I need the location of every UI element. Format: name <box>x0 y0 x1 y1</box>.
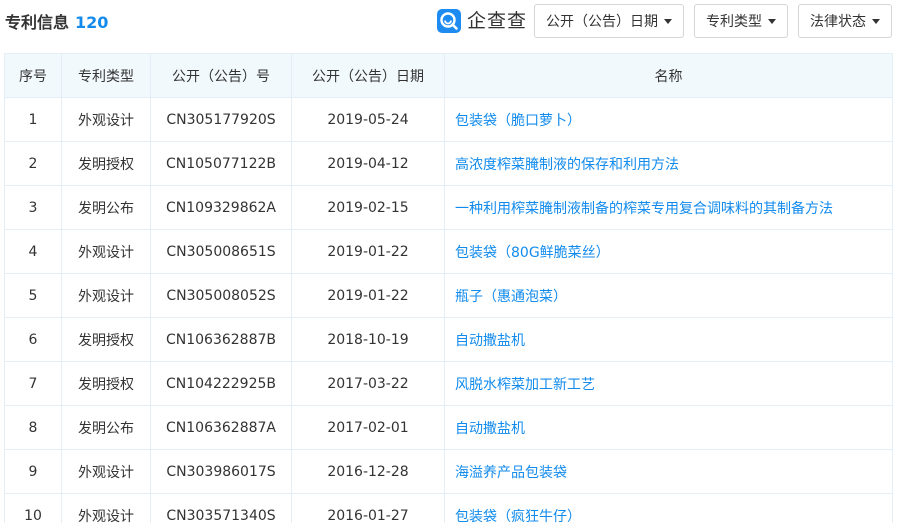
cell-type: 发明授权 <box>61 141 151 186</box>
column-header-type: 专利类型 <box>61 53 151 98</box>
table-row: 10 外观设计 CN303571340S 2016-01-27 包装袋（疯狂牛仔） <box>4 493 893 523</box>
cell-index: 10 <box>4 493 62 523</box>
cell-index: 4 <box>4 229 62 274</box>
cell-index: 5 <box>4 273 62 318</box>
brand-name: 企查查 <box>467 10 528 32</box>
status-filter-label: 法律状态 <box>810 14 866 30</box>
cell-date: 2019-05-24 <box>291 97 445 142</box>
cell-type: 外观设计 <box>61 273 151 318</box>
patent-name-link[interactable]: 包装袋（80G鲜脆菜丝） <box>444 229 893 274</box>
table-row: 2 发明授权 CN105077122B 2019-04-12 高浓度榨菜腌制液的保存和利… <box>4 141 893 186</box>
type-filter-dropdown[interactable]: 专利类型 <box>694 4 788 38</box>
table-row: 5 外观设计 CN305008052S 2019-01-22 瓶子（惠通泡菜） <box>4 273 893 318</box>
cell-date: 2018-10-19 <box>291 317 445 362</box>
cell-type: 发明授权 <box>61 361 151 406</box>
cell-index: 8 <box>4 405 62 450</box>
cell-date: 2019-01-22 <box>291 273 445 318</box>
patent-name-link[interactable]: 高浓度榨菜腌制液的保存和利用方法 <box>444 141 893 186</box>
table-row: 1 外观设计 CN305177920S 2019-05-24 包装袋（脆口萝卜） <box>4 97 893 142</box>
column-header-number: 公开（公告）号 <box>150 53 292 98</box>
caret-down-icon <box>768 18 776 24</box>
table-row: 8 发明公布 CN106362887A 2017-02-01 自动撒盐机 <box>4 405 893 450</box>
table-row: 7 发明授权 CN104222925B 2017-03-22 风脱水榨菜加工新工艺 <box>4 361 893 406</box>
cell-date: 2016-01-27 <box>291 493 445 523</box>
cell-type: 发明公布 <box>61 185 151 230</box>
caret-down-icon <box>664 18 672 24</box>
cell-date: 2017-03-22 <box>291 361 445 406</box>
table-row: 6 发明授权 CN106362887B 2018-10-19 自动撒盐机 <box>4 317 893 362</box>
section-header: 专利信息 120 企查查 公开（公告）日期 专利类型 法律状态 <box>0 0 901 46</box>
patent-name-link[interactable]: 海溢养产品包装袋 <box>444 449 893 494</box>
section-title-text: 专利信息 <box>5 13 70 32</box>
column-header-name: 名称 <box>444 53 893 98</box>
brand: 企查查 <box>437 7 527 35</box>
patent-name-link[interactable]: 包装袋（脆口萝卜） <box>444 97 893 142</box>
cell-number: CN105077122B <box>150 141 292 186</box>
cell-number: CN303571340S <box>150 493 292 523</box>
cell-number: CN106362887B <box>150 317 292 362</box>
cell-index: 1 <box>4 97 62 142</box>
cell-date: 2017-02-01 <box>291 405 445 450</box>
cell-date: 2019-02-15 <box>291 185 445 230</box>
patent-name-link[interactable]: 自动撒盐机 <box>444 405 893 450</box>
cell-type: 外观设计 <box>61 493 151 523</box>
cell-index: 2 <box>4 141 62 186</box>
patent-name-link[interactable]: 一种利用榨菜腌制液制备的榨菜专用复合调味料的其制备方法 <box>444 185 893 230</box>
cell-index: 7 <box>4 361 62 406</box>
patent-name-link[interactable]: 风脱水榨菜加工新工艺 <box>444 361 893 406</box>
table-row: 3 发明公布 CN109329862A 2019-02-15 一种利用榨菜腌制液制备的榨… <box>4 185 893 230</box>
column-header-date: 公开（公告）日期 <box>291 53 445 98</box>
cell-date: 2019-01-22 <box>291 229 445 274</box>
cell-number: CN109329862A <box>150 185 292 230</box>
qichacha-logo-icon <box>437 9 461 33</box>
column-header-index: 序号 <box>4 53 62 98</box>
patent-count: 120 <box>75 13 109 32</box>
cell-type: 外观设计 <box>61 449 151 494</box>
cell-number: CN305008651S <box>150 229 292 274</box>
cell-index: 9 <box>4 449 62 494</box>
date-filter-label: 公开（公告）日期 <box>546 14 658 30</box>
cell-type: 发明授权 <box>61 317 151 362</box>
cell-number: CN106362887A <box>150 405 292 450</box>
cell-number: CN305008052S <box>150 273 292 318</box>
cell-number: CN305177920S <box>150 97 292 142</box>
cell-date: 2016-12-28 <box>291 449 445 494</box>
cell-date: 2019-04-12 <box>291 141 445 186</box>
patent-name-link[interactable]: 自动撒盐机 <box>444 317 893 362</box>
type-filter-label: 专利类型 <box>706 14 762 30</box>
patent-table: 序号 专利类型 公开（公告）号 公开（公告）日期 名称 1 外观设计 CN30517… <box>4 53 893 523</box>
patent-name-link[interactable]: 瓶子（惠通泡菜） <box>444 273 893 318</box>
caret-down-icon <box>872 18 880 24</box>
cell-type: 外观设计 <box>61 229 151 274</box>
table-header-row: 序号 专利类型 公开（公告）号 公开（公告）日期 名称 <box>4 53 893 98</box>
table-row: 9 外观设计 CN303986017S 2016-12-28 海溢养产品包装袋 <box>4 449 893 494</box>
cell-index: 6 <box>4 317 62 362</box>
date-filter-dropdown[interactable]: 公开（公告）日期 <box>534 4 684 38</box>
cell-type: 外观设计 <box>61 97 151 142</box>
cell-number: CN303986017S <box>150 449 292 494</box>
cell-type: 发明公布 <box>61 405 151 450</box>
cell-index: 3 <box>4 185 62 230</box>
patent-name-link[interactable]: 包装袋（疯狂牛仔） <box>444 493 893 523</box>
section-title: 专利信息 120 <box>5 12 108 34</box>
table-row: 4 外观设计 CN305008651S 2019-01-22 包装袋（80G鲜脆菜丝） <box>4 229 893 274</box>
status-filter-dropdown[interactable]: 法律状态 <box>798 4 892 38</box>
cell-number: CN104222925B <box>150 361 292 406</box>
